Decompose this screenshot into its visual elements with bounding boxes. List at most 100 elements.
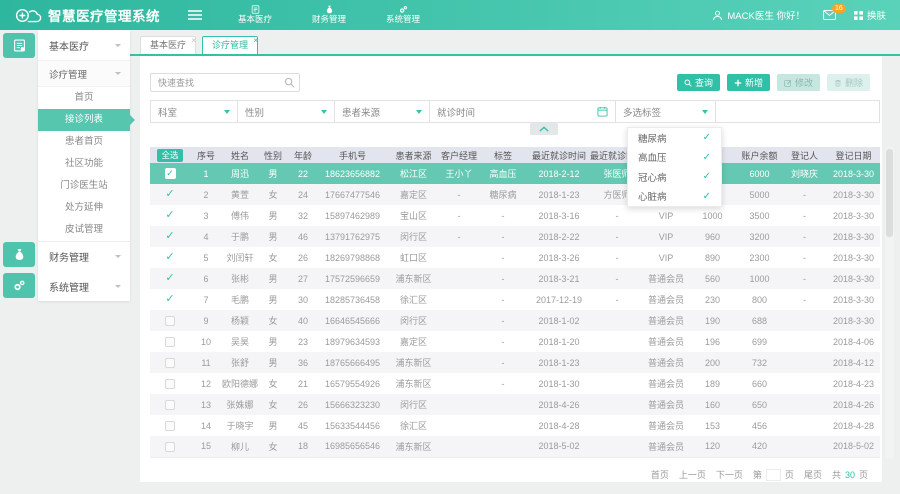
user-greeting[interactable]: MACK医生 你好！ (712, 8, 805, 22)
table-cell: 5 (190, 247, 222, 268)
table-row[interactable]: ✓2黄萱女2417667477546嘉定区-糖尿病2018-1-23方医师500… (150, 184, 880, 205)
table-cell: - (590, 289, 644, 310)
sidebar-item-home[interactable]: 首页 (38, 87, 130, 109)
pagination-prev[interactable]: 上一页 (679, 468, 706, 481)
table-row[interactable]: 12欧阳德娜女2116579554926浦东新区-2018-1-30普通会员18… (150, 373, 880, 394)
close-tab-icon[interactable]: × (253, 33, 258, 49)
hamburger-menu-icon[interactable] (188, 10, 202, 20)
table-cell: 30 (288, 289, 318, 310)
table-cell: 2 (190, 184, 222, 205)
search-input[interactable] (150, 73, 300, 92)
tag-option-coronary[interactable]: 冠心病 ✓ (628, 167, 721, 187)
topnav-basic-medical[interactable]: 基本医疗 (238, 5, 272, 25)
table-cell: 153 (688, 415, 737, 436)
filter-gender[interactable]: 性别 (237, 100, 335, 123)
row-checkbox[interactable] (165, 421, 175, 431)
total-prefix: 共 (832, 468, 841, 481)
page-number-input[interactable] (766, 469, 781, 481)
section-label: 基本医疗 (49, 38, 89, 53)
pagination-first[interactable]: 首页 (651, 468, 669, 481)
table-cell: 3200 (737, 226, 782, 247)
table-row[interactable]: ✓4于鹏男4613791762975闵行区--2018-2-22-VIP9603… (150, 226, 880, 247)
tag-option-label: 糖尿病 (638, 131, 667, 145)
table-cell: 40 (288, 310, 318, 331)
checkbox-cell: ✓ (150, 226, 190, 247)
row-checkbox[interactable] (165, 442, 175, 452)
table-row[interactable]: 13张姝娜女2615666323230闵行区2018-4-26普通会员16065… (150, 394, 880, 415)
edit-button[interactable]: 修改 (777, 74, 820, 91)
table-cell: 32 (288, 205, 318, 226)
table-row[interactable]: 15柳儿女1816985656546浦东新区2018-5-02普通会员12042… (150, 436, 880, 457)
table-cell: 11 (190, 352, 222, 373)
row-checkbox[interactable] (165, 316, 175, 326)
tab-basic-medical[interactable]: 基本医疗 × (140, 36, 196, 54)
total-suffix: 页 (859, 468, 868, 481)
table-row[interactable]: 10吴昊男2318979634593嘉定区-2018-1-20普通会员19669… (150, 331, 880, 352)
filter-label: 科室 (158, 105, 177, 119)
sidebar-module-finance-icon[interactable] (3, 242, 35, 267)
sidebar-item-prescription-extension[interactable]: 处方延伸 (38, 197, 130, 219)
pagination-next[interactable]: 下一页 (716, 468, 743, 481)
tag-option-diabetes[interactable]: 糖尿病 ✓ (628, 128, 721, 148)
row-checkbox[interactable] (165, 358, 175, 368)
select-all-button[interactable]: 全选 (157, 149, 182, 162)
row-checkbox[interactable]: ✓ (165, 252, 174, 263)
table-row[interactable]: ✓3傅伟男3215897462989宝山区--2018-3-16-VIP1000… (150, 205, 880, 226)
row-checkbox[interactable]: ✓ (165, 231, 174, 242)
sidebar-section-basic-medical[interactable]: 基本医疗 (38, 30, 130, 60)
row-checkbox[interactable]: ✓ (165, 189, 174, 200)
add-button[interactable]: 新增 (727, 74, 770, 91)
table-cell: 10 (190, 331, 222, 352)
topnav-system[interactable]: 系统管理 (386, 5, 420, 25)
vertical-scrollbar[interactable] (885, 147, 894, 459)
filter-department[interactable]: 科室 (150, 100, 238, 123)
table-row[interactable]: ✓5刘闰轩女2618269798868虹口区-2018-3-26-VIP8902… (150, 247, 880, 268)
row-checkbox[interactable] (165, 379, 175, 389)
sidebar-module-basic-medical-icon[interactable] (3, 33, 35, 58)
table-cell: 960 (688, 226, 737, 247)
table-row[interactable]: 9杨颖女4016646545666闵行区-2018-1-02普通会员190688… (150, 310, 880, 331)
sidebar-item-community[interactable]: 社区功能 (38, 153, 130, 175)
sidebar-item-outpatient-doctor-station[interactable]: 门诊医生站 (38, 175, 130, 197)
scrollbar-thumb[interactable] (886, 149, 893, 237)
table-row[interactable]: ✓1周迅男2218623656882松江区王小丫高血压2018-2-12张医师6… (150, 163, 880, 184)
table-cell: 刘闰轩 (222, 247, 258, 268)
table-cell: 2018-3-30 (827, 163, 880, 184)
topnav-finance[interactable]: 财务管理 (312, 5, 346, 25)
checkbox-cell (150, 331, 190, 352)
pagination-last[interactable]: 尾页 (804, 468, 822, 481)
sidebar-section-finance[interactable]: 财务管理 (38, 241, 130, 271)
collapse-filter-button[interactable] (530, 123, 558, 135)
messages-button[interactable]: 16 (823, 10, 836, 20)
table-row[interactable]: ✓6张彬男2717572596659浦东新区-2018-3-21-普通会员560… (150, 268, 880, 289)
sidebar-item-patient-home[interactable]: 患者首页 (38, 131, 130, 153)
row-checkbox[interactable] (165, 337, 175, 347)
query-button[interactable]: 查询 (677, 74, 720, 91)
close-tab-icon[interactable]: × (191, 33, 196, 49)
filter-patient-source[interactable]: 患者来源 (334, 100, 430, 123)
table-row[interactable]: 11张舒男3618765666495浦东新区-2018-1-23普通会员2007… (150, 352, 880, 373)
tag-option-heart-disease[interactable]: 心脏病 ✓ (628, 187, 721, 207)
row-checkbox[interactable]: ✓ (165, 294, 174, 305)
row-checkbox[interactable]: ✓ (165, 210, 174, 221)
filter-multi-tag[interactable]: 多选标签 (615, 100, 716, 123)
row-checkbox[interactable]: ✓ (165, 273, 174, 284)
chevron-down-icon (115, 72, 121, 75)
sidebar-section-system[interactable]: 系统管理 (38, 271, 130, 301)
table-cell: 36 (288, 352, 318, 373)
sidebar-item-skin-test[interactable]: 皮试管理 (38, 219, 130, 241)
filter-bar: 科室 性别 患者来源 就诊时间 多选标签 (150, 100, 880, 123)
sidebar-module-system-icon[interactable] (3, 273, 35, 298)
table-cell: 嘉定区 (387, 331, 440, 352)
row-checkbox[interactable]: ✓ (165, 168, 176, 179)
tab-clinic-management[interactable]: 诊疗管理 × (202, 36, 258, 54)
sidebar-group-clinic-management[interactable]: 诊疗管理 (38, 60, 130, 87)
table-row[interactable]: 14于晓宇男4515633544456徐汇区2018-4-28普通会员15345… (150, 415, 880, 436)
tag-option-hypertension[interactable]: 高血压 ✓ (628, 148, 721, 168)
sidebar-item-reception-list[interactable]: 接诊列表 (38, 109, 130, 131)
row-checkbox[interactable] (165, 400, 175, 410)
change-skin-button[interactable]: 换肤 (854, 8, 886, 22)
filter-visit-time[interactable]: 就诊时间 (429, 100, 616, 123)
table-row[interactable]: ✓7毛鹏男3018285736458徐汇区-2017-12-19-普通会员230… (150, 289, 880, 310)
delete-button[interactable]: 删除 (827, 74, 870, 91)
